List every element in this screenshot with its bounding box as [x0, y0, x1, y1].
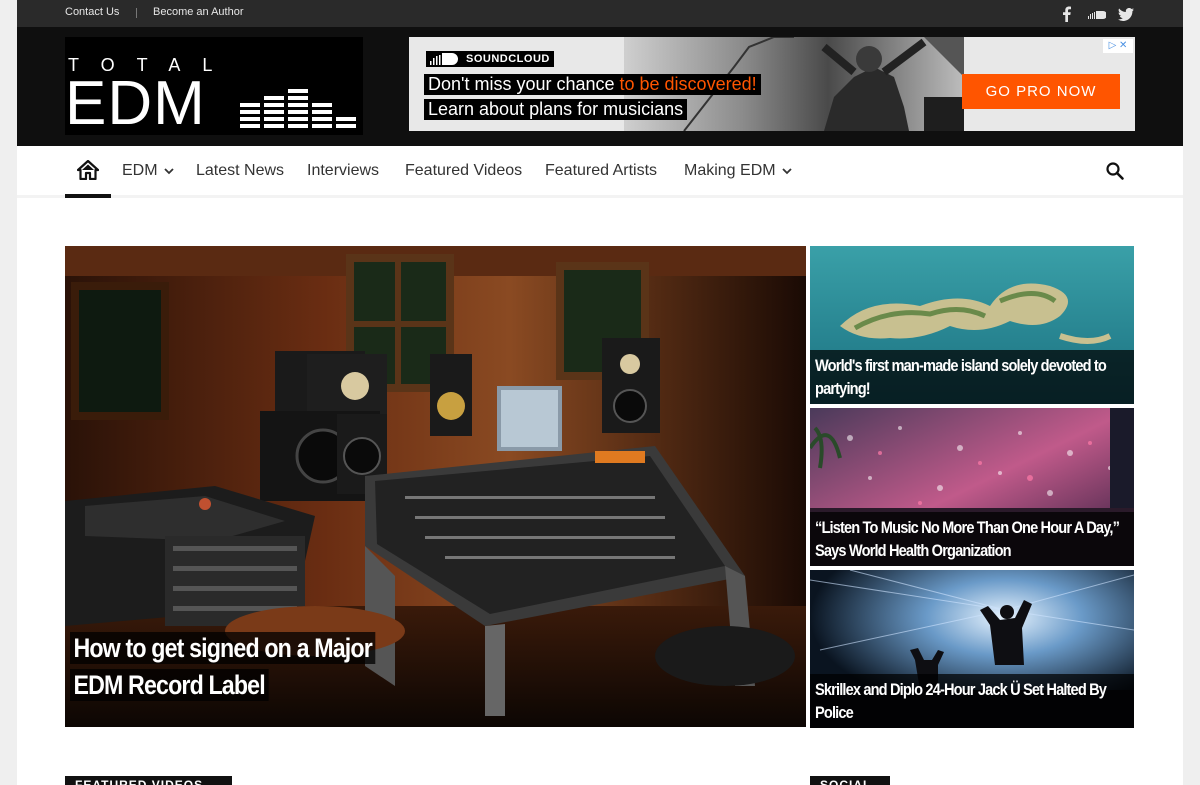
ad-headline-highlight: to be discovered!: [619, 74, 757, 94]
featured-post-main[interactable]: How to get signed on a Major EDM Record …: [65, 246, 806, 727]
jack-u-title-line1: Skrillex and Diplo 24-Hour Jack Ü Set Ha…: [815, 680, 1107, 699]
become-author-link[interactable]: Become an Author: [153, 6, 244, 18]
logo-main-text: EDM: [65, 69, 206, 138]
featured-post-island[interactable]: World's first man-made island solely dev…: [810, 246, 1134, 404]
page: Contact Us Become an Author TOTAL EDM SO…: [17, 0, 1183, 785]
featured-post-music-hour[interactable]: “Listen To Music No More Than One Hour A…: [810, 408, 1134, 566]
section-header-featured-videos: FEATURED VIDEOS: [65, 776, 232, 785]
music-hour-title-line1: “Listen To Music No More Than One Hour A…: [815, 518, 1120, 537]
nav-item-featured-artists[interactable]: Featured Artists: [545, 162, 657, 180]
chevron-down-icon: [163, 167, 174, 174]
topbar-divider: [136, 8, 137, 18]
nav-item-label: Making EDM: [684, 162, 776, 179]
home-nav-button[interactable]: [65, 146, 111, 198]
facebook-icon[interactable]: [1059, 5, 1073, 23]
nav-item-interviews[interactable]: Interviews: [307, 162, 379, 180]
nav-item-label: Featured Videos: [405, 162, 523, 179]
nav-item-label: Interviews: [307, 162, 380, 179]
ad-headline-text: Don't miss your chance: [428, 74, 620, 94]
adchoices-icon[interactable]: ▷ ✕: [1103, 39, 1133, 53]
top-bar: Contact Us Become an Author: [17, 0, 1183, 27]
nav-item-edm[interactable]: EDM: [122, 162, 174, 180]
site-header: TOTAL EDM SOUNDCLOUD Don't miss your cha…: [17, 27, 1183, 146]
home-icon: [77, 160, 99, 180]
twitter-icon[interactable]: [1117, 5, 1135, 23]
nav-item-latest-news[interactable]: Latest News: [196, 162, 284, 180]
ad-brand: SOUNDCLOUD: [426, 51, 554, 67]
nav-item-label: Latest News: [196, 162, 285, 179]
featured-main-title[interactable]: How to get signed on a Major EDM Record …: [70, 630, 376, 704]
ad-headline-line2: Learn about plans for musicians: [424, 99, 688, 120]
island-title-line1: World's first man-made island solely dev…: [815, 356, 1107, 375]
music-hour-title[interactable]: “Listen To Music No More Than One Hour A…: [810, 512, 1134, 566]
jack-u-title[interactable]: Skrillex and Diplo 24-Hour Jack Ü Set Ha…: [810, 674, 1134, 728]
main-nav: EDM Latest News Interviews Featured Vide…: [17, 146, 1183, 198]
ad-brand-label: SOUNDCLOUD: [466, 53, 550, 65]
jack-u-title-line2: Police: [815, 703, 854, 722]
featured-main-title-line1: How to get signed on a Major: [70, 632, 376, 664]
ad-headline-line1: Don't miss your chance to be discovered!: [424, 74, 761, 95]
go-pro-button[interactable]: GO PRO NOW: [962, 74, 1120, 109]
island-title[interactable]: World's first man-made island solely dev…: [810, 350, 1134, 404]
featured-main-title-line2: EDM Record Label: [70, 669, 269, 701]
music-hour-title-line2: Says World Health Organization: [815, 541, 1012, 560]
nav-item-making-edm[interactable]: Making EDM: [684, 162, 792, 180]
chevron-down-icon: [781, 167, 792, 174]
site-logo[interactable]: TOTAL EDM: [65, 37, 363, 135]
nav-item-featured-videos[interactable]: Featured Videos: [405, 162, 522, 180]
contact-us-link[interactable]: Contact Us: [65, 6, 119, 18]
section-header-social: SOCIAL: [810, 776, 890, 785]
nav-item-label: Featured Artists: [545, 162, 658, 179]
nav-item-label: EDM: [122, 162, 158, 179]
soundcloud-banner-ad[interactable]: SOUNDCLOUD Don't miss your chance to be …: [409, 37, 1135, 131]
soundcloud-icon[interactable]: [1087, 5, 1107, 23]
featured-post-jack-u[interactable]: Skrillex and Diplo 24-Hour Jack Ü Set Ha…: [810, 570, 1134, 728]
island-title-line2: partying!: [815, 379, 871, 398]
soundcloud-logo-icon: [430, 53, 458, 65]
search-button[interactable]: [1105, 161, 1127, 183]
search-icon: [1106, 162, 1124, 180]
